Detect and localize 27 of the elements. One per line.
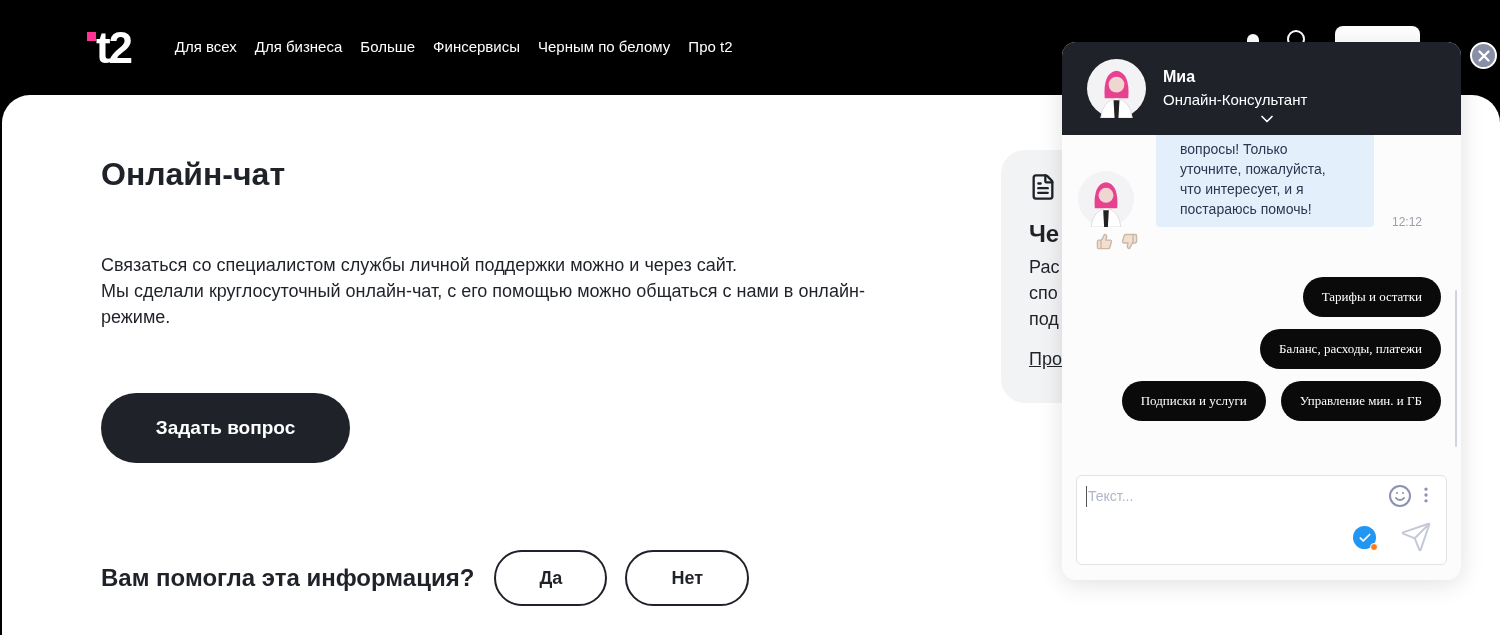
agent-role: Онлайн-Консультант: [1163, 90, 1308, 111]
feedback-question: Вам помогла эта информация?: [101, 563, 475, 593]
message-time: 12:12: [1392, 214, 1423, 231]
page-title: Онлайн-чат: [101, 155, 287, 194]
message-bubble: вопросы! Только уточните, пожалуйста, что интересует, и я постараюсь помочь!: [1156, 135, 1374, 227]
quick-reply-button[interactable]: Баланс, расходы, платежи: [1260, 329, 1441, 369]
card-text: Рас: [1029, 256, 1060, 279]
nav-link[interactable]: Про t2: [688, 36, 733, 59]
logo[interactable]: t2: [87, 25, 131, 70]
quick-reply-button[interactable]: Подписки и услуги: [1121, 381, 1266, 421]
nav-link[interactable]: Для бизнеса: [254, 36, 343, 59]
ask-question-button[interactable]: Задать вопрос: [101, 393, 350, 463]
card-title: Че: [1029, 219, 1060, 249]
quick-reply-button[interactable]: Тарифы и остатки: [1302, 277, 1441, 317]
nav-link[interactable]: Финсервисы: [433, 36, 520, 59]
feedback-button[interactable]: Нет: [625, 550, 750, 606]
card-text: под: [1029, 308, 1059, 331]
message-input[interactable]: Текст...: [1086, 486, 1366, 507]
quick-reply-button[interactable]: Управление мин. и ГБ: [1280, 381, 1441, 421]
card-link[interactable]: Про: [1029, 346, 1062, 373]
feedback-button[interactable]: Да: [494, 550, 608, 606]
agent-name: Миа: [1163, 67, 1197, 88]
nav-link[interactable]: Черным по белому: [538, 36, 671, 59]
nav-link[interactable]: Для всех: [174, 36, 237, 59]
nav-link[interactable]: Больше: [360, 36, 416, 59]
card-text: спо: [1029, 282, 1058, 305]
intro-paragraph: Связаться со специалистом службы личной поддержки можно и через сайт. Мы сделали круглосуточный онлайн-чат, с его помощью можно общаться с нами в онлайн-режиме.: [101, 254, 866, 329]
